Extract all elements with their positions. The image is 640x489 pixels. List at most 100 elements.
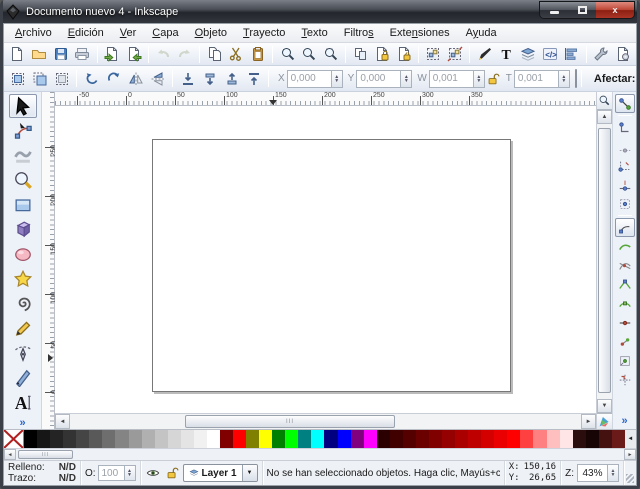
swatch-6[interactable] [89, 430, 102, 448]
menu-capa[interactable]: Capa [145, 25, 185, 41]
star-tool-button[interactable] [9, 267, 37, 291]
menu-texto[interactable]: Texto [294, 25, 334, 41]
menu-filtros[interactable]: Filtros [337, 25, 381, 41]
duplicate-button[interactable] [350, 44, 371, 64]
sticky-zoom-button[interactable] [597, 92, 612, 110]
snap-object-centers-button[interactable] [615, 332, 635, 351]
swatch-4[interactable] [63, 430, 76, 448]
palette-scroll-track[interactable]: III [16, 449, 624, 460]
swatch-1[interactable] [24, 430, 37, 448]
vertical-scroll-track[interactable] [597, 124, 612, 399]
swatch-5[interactable] [76, 430, 89, 448]
snap-bbox-centers-button[interactable] [615, 194, 635, 213]
scroll-up-arrow[interactable]: ▲ [597, 110, 612, 124]
palette-scroll-thumb[interactable]: III [18, 450, 73, 459]
snapbar-overflow-chevron[interactable]: » [621, 415, 627, 427]
menu-trayecto[interactable]: Trayecto [236, 25, 292, 41]
calligraphy-tool-button[interactable] [9, 366, 37, 390]
field-input-w[interactable] [429, 70, 473, 88]
swatch-44[interactable] [586, 430, 599, 448]
unlink-clone-button[interactable] [394, 44, 415, 64]
fill-stroke-indicator[interactable]: Relleno: N/D Trazo: N/D [4, 461, 81, 485]
swatch-43[interactable] [573, 430, 586, 448]
bezier-pen-tool-button[interactable] [9, 341, 37, 365]
resize-grip[interactable] [624, 461, 636, 485]
swatch-41[interactable] [547, 430, 560, 448]
horizontal-scrollbar[interactable]: ◄ III ► [55, 413, 596, 429]
layer-visibility-eye-icon[interactable] [145, 465, 161, 481]
menu-archivo[interactable]: Archivo [8, 25, 59, 41]
redo-button[interactable] [175, 44, 196, 64]
select-all-in-all-layers-button[interactable] [29, 69, 50, 89]
flip-horizontal-button[interactable] [125, 69, 146, 89]
snap-midpoints-button[interactable] [615, 313, 635, 332]
opacity-input[interactable] [98, 465, 124, 481]
snap-bbox-edge-midpoints-button[interactable] [615, 175, 635, 194]
snap-rotation-centers-button[interactable] [615, 351, 635, 370]
swatch-21[interactable] [285, 430, 298, 448]
swatch-29[interactable] [390, 430, 403, 448]
swatch-16[interactable] [220, 430, 233, 448]
snap-bbox-corners-button[interactable] [615, 156, 635, 175]
swatch-15[interactable] [207, 430, 220, 448]
minimize-button[interactable] [540, 2, 568, 18]
cut-button[interactable] [226, 44, 247, 64]
swatch-22[interactable] [298, 430, 311, 448]
field-input-t[interactable] [514, 70, 558, 88]
paste-button[interactable] [248, 44, 269, 64]
swatch-42[interactable] [560, 430, 573, 448]
canvas[interactable] [55, 106, 596, 413]
swatch-12[interactable] [168, 430, 181, 448]
create-clone-button[interactable] [372, 44, 393, 64]
opacity-spinner[interactable]: ▲▼ [124, 465, 136, 481]
swatch-40[interactable] [533, 430, 546, 448]
color-management-toggle[interactable] [597, 413, 612, 429]
swatch-25[interactable] [338, 430, 351, 448]
palette-scroll-left-arrow[interactable]: ◄ [4, 449, 16, 460]
swatch-34[interactable] [455, 430, 468, 448]
swatch-24[interactable] [324, 430, 337, 448]
vertical-scrollbar[interactable]: ▲ ▼ [596, 92, 612, 429]
swatch-23[interactable] [311, 430, 324, 448]
swatch-30[interactable] [403, 430, 416, 448]
horizontal-scroll-thumb[interactable]: III [185, 415, 395, 428]
lower-to-bottom-button[interactable] [177, 69, 198, 89]
vertical-scroll-thumb[interactable] [598, 128, 611, 393]
field-spinner-t[interactable]: ▲▼ [558, 70, 570, 88]
units-dropdown[interactable]: mm ▼ [575, 69, 577, 88]
raise-one-step-button[interactable] [221, 69, 242, 89]
layers-dialog-button[interactable] [518, 44, 539, 64]
snap-smooth-nodes-button[interactable] [615, 294, 635, 313]
toolbox-overflow-chevron[interactable]: » [19, 417, 25, 429]
zoom-tool-button[interactable] [9, 168, 37, 192]
undo-button[interactable] [153, 44, 174, 64]
swatch-13[interactable] [181, 430, 194, 448]
scroll-right-arrow[interactable]: ► [581, 414, 596, 429]
document-properties-button[interactable] [612, 44, 633, 64]
swatch-3[interactable] [50, 430, 63, 448]
snap-bounding-box-button[interactable] [615, 118, 635, 137]
export-bitmap-button[interactable] [123, 44, 144, 64]
open-document-button[interactable] [29, 44, 50, 64]
swatch-33[interactable] [442, 430, 455, 448]
save-document-button[interactable] [50, 44, 71, 64]
swatch-36[interactable] [481, 430, 494, 448]
field-spinner-y[interactable]: ▲▼ [400, 70, 412, 88]
horizontal-ruler[interactable]: -50050100150200250300350 [55, 92, 596, 106]
lock-unlocked-icon[interactable] [485, 71, 501, 87]
swatch-35[interactable] [468, 430, 481, 448]
field-input-x[interactable] [287, 70, 331, 88]
deselect-button[interactable] [51, 69, 72, 89]
box3d-tool-button[interactable] [9, 217, 37, 241]
zoom-to-selection-button[interactable] [277, 44, 298, 64]
swatch-46[interactable] [612, 430, 625, 448]
menu-ver[interactable]: Ver [113, 25, 144, 41]
ungroup-objects-button[interactable] [445, 44, 466, 64]
swatch-37[interactable] [494, 430, 507, 448]
menu-objeto[interactable]: Objeto [188, 25, 234, 41]
swatch-17[interactable] [233, 430, 246, 448]
palette-scrollbar[interactable]: ◄ III ► [4, 448, 636, 460]
scroll-down-arrow[interactable]: ▼ [597, 399, 612, 413]
menu-extensiones[interactable]: Extensiones [383, 25, 457, 41]
text-tool-button[interactable]: A [9, 390, 37, 414]
